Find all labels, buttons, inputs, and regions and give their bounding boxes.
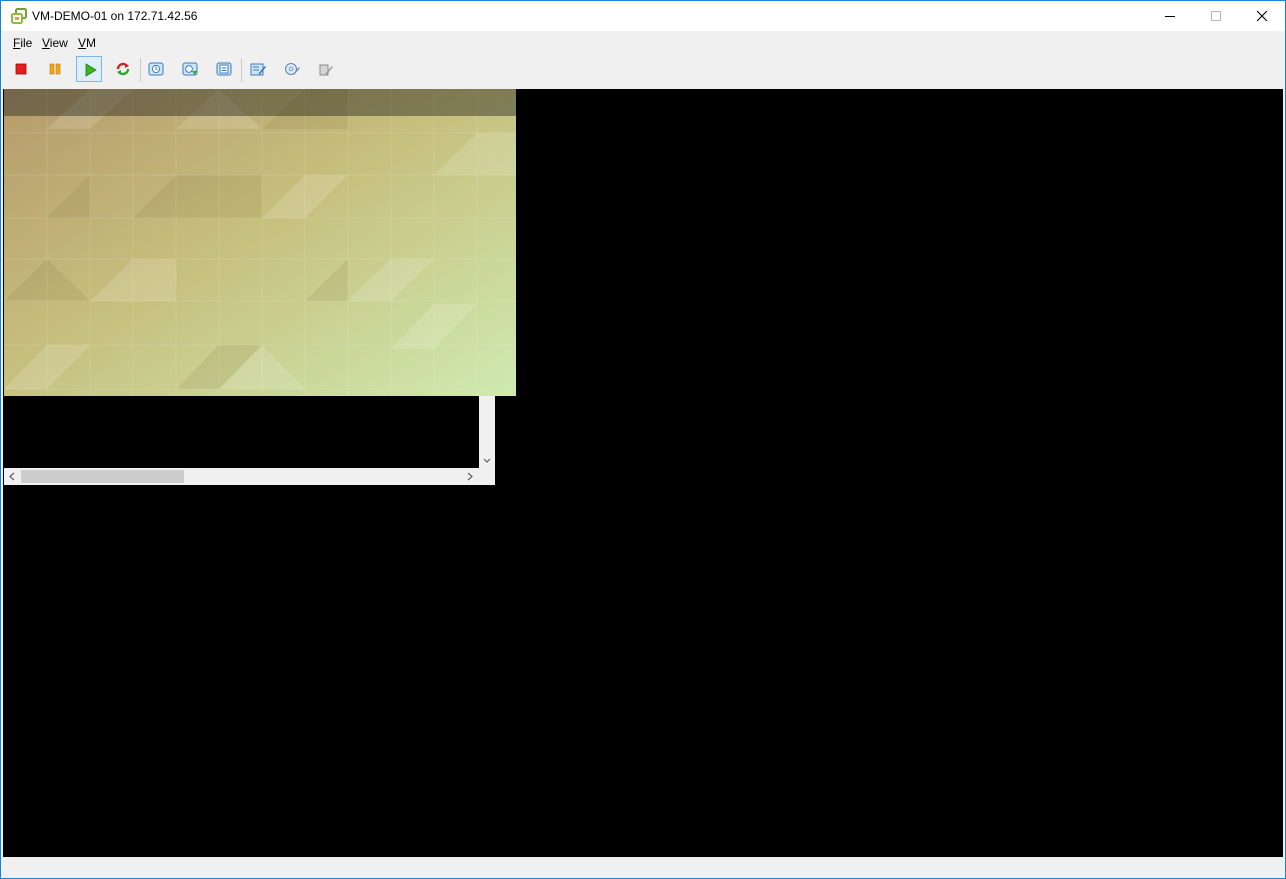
power-off-button[interactable] [8, 56, 34, 82]
snapshot-icon [148, 62, 164, 76]
close-icon [1256, 10, 1268, 22]
maximize-icon [1211, 11, 1221, 21]
toolbar-separator [241, 58, 242, 82]
guest-top-bar [4, 89, 516, 116]
guest-desktop-wallpaper [4, 89, 516, 396]
minimize-button[interactable] [1147, 1, 1193, 31]
snapshot-manager-button[interactable] [211, 56, 237, 82]
vm-console-window: VM-DEMO-01 on 172.71.42.56 File View VM [0, 0, 1286, 879]
maximize-button[interactable] [1193, 1, 1239, 31]
refresh-icon [116, 62, 130, 76]
play-icon [85, 63, 97, 77]
edit-settings-icon [250, 63, 266, 76]
connect-device-icon [319, 64, 333, 76]
vm-console-screen[interactable] [3, 89, 1283, 857]
vmware-app-icon [11, 8, 27, 24]
title-bar[interactable]: VM-DEMO-01 on 172.71.42.56 [1, 1, 1285, 31]
menu-file[interactable]: File [13, 36, 32, 50]
status-bar [1, 858, 1285, 878]
cd-dvd-icon [285, 63, 300, 75]
horizontal-scrollbar[interactable] [4, 468, 495, 485]
edit-settings-button[interactable] [245, 56, 271, 82]
horizontal-scroll-thumb[interactable] [21, 470, 184, 483]
connect-device-button[interactable] [313, 56, 339, 82]
menu-bar: File View VM [1, 32, 1285, 54]
close-button[interactable] [1239, 1, 1285, 31]
wallpaper-image [4, 89, 516, 396]
menu-vm[interactable]: VM [78, 36, 96, 50]
snapshot-manager-icon [216, 62, 232, 76]
reset-button[interactable] [110, 56, 136, 82]
toolbar [1, 55, 1285, 85]
window-title: VM-DEMO-01 on 172.71.42.56 [32, 9, 198, 23]
scroll-down-arrow-icon[interactable] [479, 396, 495, 468]
pause-icon [49, 63, 61, 75]
revert-snapshot-button[interactable] [177, 56, 203, 82]
vertical-scrollbar[interactable] [479, 396, 495, 468]
menu-view[interactable]: View [42, 36, 68, 50]
snapshot-revert-icon [182, 62, 198, 76]
toolbar-separator [140, 58, 141, 82]
scroll-right-arrow-icon[interactable] [461, 468, 478, 485]
scroll-left-arrow-icon[interactable] [4, 468, 21, 485]
suspend-button[interactable] [42, 56, 68, 82]
take-snapshot-button[interactable] [143, 56, 169, 82]
minimize-icon [1165, 16, 1175, 17]
stop-icon [15, 63, 27, 75]
cd-dvd-button[interactable] [279, 56, 305, 82]
power-on-button[interactable] [76, 56, 102, 82]
